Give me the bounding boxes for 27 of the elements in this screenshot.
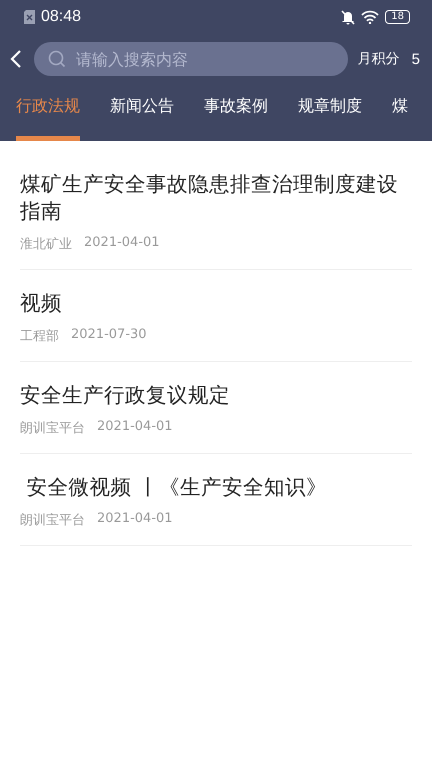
bell-muted-icon	[341, 10, 356, 24]
wifi-icon	[361, 10, 380, 24]
points-label: 月积分	[358, 50, 400, 68]
article-date: 2021-04-01	[84, 235, 160, 252]
article-source: 工程部	[20, 328, 59, 345]
battery-indicator: 18	[385, 10, 410, 24]
chevron-left-icon	[10, 49, 22, 69]
category-tab[interactable]: 新闻公告	[110, 92, 174, 141]
sim-card-icon	[24, 10, 35, 24]
category-tab[interactable]: 煤	[392, 92, 408, 141]
article-source: 朗训宝平台	[20, 512, 85, 529]
article-date: 2021-07-30	[71, 327, 147, 344]
search-icon	[48, 50, 66, 68]
status-time: 08:48	[41, 8, 82, 26]
article-title[interactable]: 安全生产行政复议规定	[20, 382, 412, 409]
article-source: 朗训宝平台	[20, 420, 85, 437]
search-field[interactable]: 请输入搜索内容	[34, 42, 348, 76]
category-tab[interactable]: 行政法规	[16, 92, 80, 141]
category-tab[interactable]: 事故案例	[204, 92, 268, 141]
article-date: 2021-04-01	[97, 419, 173, 436]
article-title[interactable]: 煤矿生产安全事故隐患排查治理制度建设指南	[20, 171, 412, 225]
points-value: 5	[412, 50, 420, 68]
article-title[interactable]: 视频	[20, 290, 412, 317]
article-title[interactable]: 安全微视频 丨《生产安全知识》	[20, 474, 412, 501]
article-date: 2021-04-01	[97, 511, 173, 528]
category-tab[interactable]: 规章制度	[298, 92, 362, 141]
article-source: 淮北矿业	[20, 236, 72, 253]
